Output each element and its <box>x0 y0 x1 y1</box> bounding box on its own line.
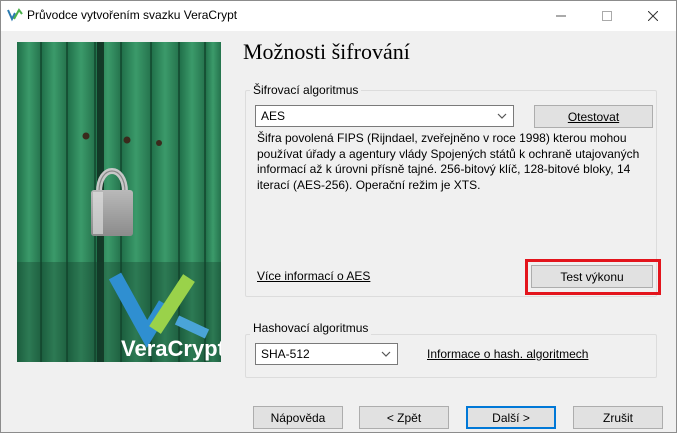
hash-info-link[interactable]: Informace o hash. algoritmech <box>427 347 588 361</box>
help-button-label: Nápověda <box>270 410 326 425</box>
maximize-icon <box>602 11 612 21</box>
encryption-algorithm-value: AES <box>261 109 286 123</box>
veracrypt-app-icon <box>7 7 23 23</box>
encryption-algorithm-select[interactable]: AES <box>255 105 514 127</box>
help-button[interactable]: Nápověda <box>253 406 343 429</box>
close-icon <box>648 11 658 21</box>
hash-algorithm-value: SHA-512 <box>261 347 310 361</box>
test-algorithm-button[interactable]: Otestovat <box>534 105 653 128</box>
next-button[interactable]: Další > <box>466 406 556 429</box>
algorithm-description: Šifra povolená FIPS (Rijndael, zveřejněn… <box>257 131 640 192</box>
minimize-button[interactable] <box>538 1 584 31</box>
title-bar[interactable]: Průvodce vytvořením svazku VeraCrypt <box>1 1 676 31</box>
cancel-button[interactable]: Zrušit <box>573 406 663 429</box>
hash-algorithm-select[interactable]: SHA-512 <box>255 343 398 365</box>
page-title: Možnosti šifrování <box>243 39 410 64</box>
minimize-icon <box>556 15 566 17</box>
next-button-label: Další > <box>492 410 530 425</box>
chevron-down-icon <box>381 351 391 357</box>
test-algorithm-button-label: Otestovat <box>567 109 620 124</box>
padlock-door-image: VeraCrypt <box>17 42 221 362</box>
encryption-group-label: Šifrovací algoritmus <box>250 83 362 97</box>
back-button-label: < Zpět <box>386 410 422 425</box>
cancel-button-label: Zrušit <box>603 410 633 425</box>
veracrypt-logo-text: VeraCrypt <box>121 336 221 361</box>
hash-group-label: Hashovací algoritmus <box>250 321 372 335</box>
wizard-side-image: VeraCrypt <box>17 42 221 362</box>
benchmark-highlight-box <box>525 259 661 295</box>
more-info-aes-link[interactable]: Více informací o AES <box>257 269 370 283</box>
window-title: Průvodce vytvořením svazku VeraCrypt <box>27 8 238 22</box>
chevron-down-icon <box>497 113 507 119</box>
close-button[interactable] <box>630 1 676 31</box>
maximize-button[interactable] <box>584 1 630 31</box>
back-button[interactable]: < Zpět <box>359 406 449 429</box>
wizard-window: Průvodce vytvořením svazku VeraCrypt Ver… <box>0 0 677 433</box>
